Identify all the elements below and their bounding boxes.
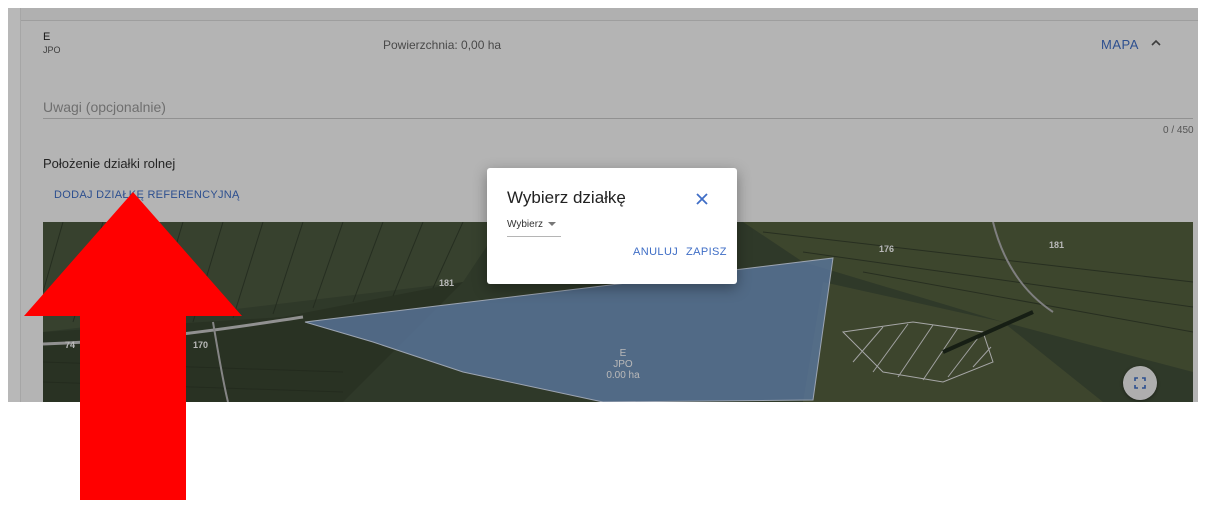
close-icon[interactable] <box>693 190 711 208</box>
cancel-button[interactable]: ANULUJ <box>633 246 678 258</box>
arrow-up-icon <box>24 192 242 500</box>
dialog-title: Wybierz działkę <box>507 188 626 207</box>
save-button[interactable]: ZAPISZ <box>686 246 727 258</box>
parcel-select-value: Wybierz <box>507 219 544 230</box>
select-parcel-dialog: Wybierz działkę Wybierz ANULUJ ZAPISZ <box>487 168 737 284</box>
parcel-select[interactable]: Wybierz <box>507 218 561 237</box>
dropdown-arrow-icon <box>547 218 557 230</box>
red-arrow-annotation <box>22 190 244 500</box>
